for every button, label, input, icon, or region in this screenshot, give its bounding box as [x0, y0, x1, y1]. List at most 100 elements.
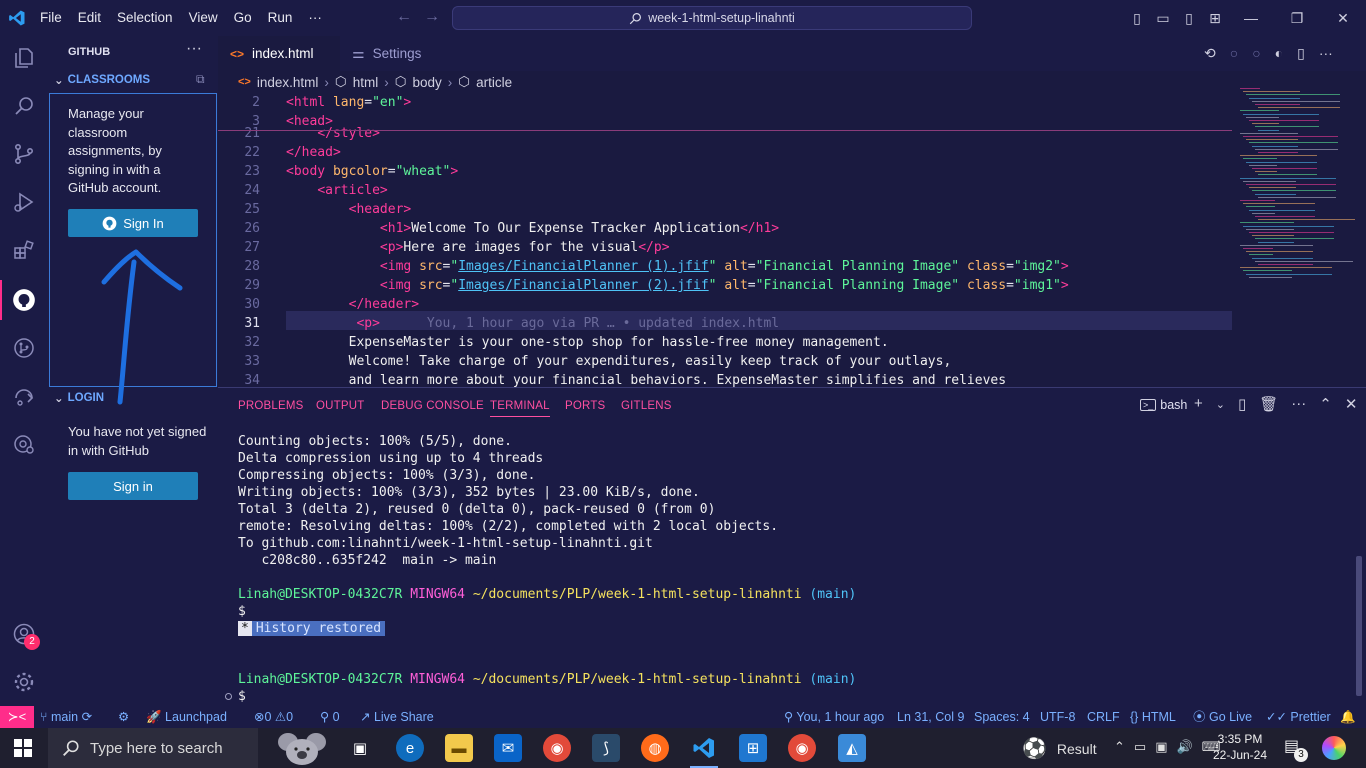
language-mode[interactable]: {} HTML: [1130, 706, 1176, 728]
prev-change-icon[interactable]: ○: [1230, 45, 1238, 62]
windows-start-icon[interactable]: [14, 739, 32, 760]
notifications-bell-icon[interactable]: 🔔: [1340, 706, 1356, 728]
remote-explorer-icon[interactable]: [10, 382, 38, 410]
tab-debug-console[interactable]: DEBUG CONSOLE: [381, 400, 484, 412]
prettier-item[interactable]: ✓✓ Prettier: [1266, 706, 1331, 728]
network-icon[interactable]: ▣: [1155, 739, 1167, 755]
tab-output[interactable]: OUTPUT: [316, 400, 364, 412]
remote-indicator-icon[interactable]: ≻<: [0, 706, 34, 728]
code-line[interactable]: 34 and learn more about your financial b…: [218, 371, 1232, 387]
menu-run[interactable]: Run: [260, 0, 301, 36]
editor-more-icon[interactable]: ···: [1319, 45, 1333, 62]
tab-problems[interactable]: PROBLEMS: [238, 400, 304, 412]
forward-arrow-icon[interactable]: →: [424, 8, 452, 25]
explorer-icon[interactable]: [10, 44, 38, 72]
code-line[interactable]: 22 </head>: [218, 143, 1232, 162]
battery-icon[interactable]: ▭: [1134, 739, 1146, 755]
github-sign-in-button[interactable]: Sign In: [68, 209, 198, 237]
menu-view[interactable]: View: [181, 0, 226, 36]
chrome-profile-icon[interactable]: ◉: [543, 734, 571, 762]
kill-terminal-icon[interactable]: 🗑: [1259, 395, 1278, 413]
back-arrow-icon[interactable]: ←: [396, 8, 424, 25]
gitlens-compare-icon[interactable]: ◐: [1275, 45, 1283, 62]
store-icon[interactable]: ⊞: [739, 734, 767, 762]
code-line[interactable]: 28 <img src="Images/FinancialPlanner (1)…: [218, 257, 1232, 276]
toggle-secondary-sidebar-icon[interactable]: ▯: [1176, 10, 1202, 27]
classrooms-header[interactable]: ⌄ CLASSROOMS: [54, 73, 150, 87]
tab-terminal[interactable]: TERMINAL: [490, 400, 550, 417]
terminal-input-line[interactable]: $: [238, 688, 246, 705]
next-change-icon[interactable]: ○: [1252, 45, 1260, 62]
volume-icon[interactable]: 🔊: [1177, 739, 1193, 755]
live-share-item[interactable]: ↗ Live Share: [360, 706, 434, 728]
command-center-search[interactable]: week-1-html-setup-linahnti: [452, 6, 972, 30]
new-terminal-icon[interactable]: +: [1194, 395, 1203, 413]
code-line[interactable]: 24 <article>: [218, 181, 1232, 200]
cursor-position[interactable]: Ln 31, Col 9: [897, 706, 964, 728]
firefox-icon[interactable]: ◍: [641, 734, 669, 762]
github-icon[interactable]: [10, 286, 38, 314]
code-line[interactable]: 21 </style>: [218, 124, 1232, 143]
sync-icon[interactable]: ⟳: [82, 710, 92, 724]
terminal-dropdown-icon[interactable]: ⌄: [1216, 398, 1225, 413]
breadcrumb-item[interactable]: index.html: [257, 75, 319, 90]
branch-indicator[interactable]: ⑂ main ⟳: [40, 706, 92, 728]
sidebar-more-icon[interactable]: ···: [186, 40, 202, 58]
search-icon[interactable]: [10, 92, 38, 120]
file-explorer-icon[interactable]: ▬: [445, 734, 473, 762]
tab-gitlens[interactable]: GITLENS: [621, 400, 672, 412]
run-debug-icon[interactable]: [10, 188, 38, 216]
code-editor[interactable]: 2 <html lang="en"> 3 <head> 21 </style> 22 </h…: [218, 93, 1366, 387]
toggle-sidebar-icon[interactable]: ▯: [1124, 10, 1150, 27]
indentation[interactable]: Spaces: 4: [974, 706, 1030, 728]
gitlens-status-icon[interactable]: ⚙: [118, 706, 129, 728]
encoding[interactable]: UTF-8: [1040, 706, 1075, 728]
code-line[interactable]: 32 ExpenseMaster is your one-stop shop f…: [218, 333, 1232, 352]
menu-go[interactable]: Go: [226, 0, 260, 36]
mail-icon[interactable]: ✉: [494, 734, 522, 762]
close-panel-icon[interactable]: ✕: [1345, 395, 1358, 413]
code-line[interactable]: 29 <img src="Images/FinancialPlanner (2)…: [218, 276, 1232, 295]
code-line[interactable]: 31 <p> You, 1 hour ago via PR … • update…: [218, 314, 1232, 333]
end-of-line[interactable]: CRLF: [1087, 706, 1120, 728]
go-live-item[interactable]: ⦿ Go Live: [1193, 706, 1252, 728]
problems-indicator[interactable]: ⊗0 ⚠0: [254, 706, 293, 728]
code-line[interactable]: 2 <html lang="en">: [218, 93, 1232, 112]
code-line[interactable]: 26 <h1>Welcome To Our Expense Tracker Ap…: [218, 219, 1232, 238]
tab-index-html[interactable]: <> index.html: [218, 36, 340, 71]
login-header[interactable]: ⌄ LOGIN: [54, 391, 104, 405]
gitlens-icon[interactable]: [10, 334, 38, 362]
close-window-icon[interactable]: ✕: [1320, 10, 1366, 27]
code-line[interactable]: 27 <p>Here are images for the visual</p>: [218, 238, 1232, 257]
vscode-taskbar-icon[interactable]: [690, 734, 718, 762]
menu-more[interactable]: ···: [300, 0, 330, 36]
clock[interactable]: 3:35 PM 22-Jun-24: [1210, 731, 1270, 763]
sign-in-button[interactable]: Sign in: [68, 472, 198, 500]
minimap[interactable]: [1232, 88, 1355, 288]
chrome-icon[interactable]: ◉: [788, 734, 816, 762]
taskbar-search[interactable]: Type here to search: [48, 728, 258, 768]
minimize-icon[interactable]: —: [1228, 10, 1274, 26]
code-line[interactable]: 23 <body bgcolor="wheat">: [218, 162, 1232, 181]
breadcrumb-item[interactable]: body: [413, 75, 442, 90]
breadcrumb-item[interactable]: html: [353, 75, 379, 90]
panel-more-icon[interactable]: ···: [1291, 395, 1306, 413]
edge-browser-icon[interactable]: e: [396, 734, 424, 762]
tray-overflow-icon[interactable]: ⌃: [1114, 739, 1125, 755]
tab-settings[interactable]: ⚌ Settings: [340, 36, 458, 71]
menu-edit[interactable]: Edit: [70, 0, 109, 36]
extensions-icon[interactable]: [10, 236, 38, 264]
terminal-shell-selector[interactable]: >_ bash: [1140, 398, 1187, 412]
split-terminal-icon[interactable]: ▯: [1238, 395, 1246, 413]
terminal-scrollbar[interactable]: [1356, 556, 1362, 696]
menu-selection[interactable]: Selection: [109, 0, 181, 36]
code-line[interactable]: 30 </header>: [218, 295, 1232, 314]
tab-ports[interactable]: PORTS: [565, 400, 605, 412]
git-blame-item[interactable]: ⚲ You, 1 hour ago: [784, 706, 884, 728]
compare-changes-icon[interactable]: ⟲: [1204, 45, 1216, 62]
breadcrumb-item[interactable]: article: [476, 75, 512, 90]
collapse-all-icon[interactable]: ⧉: [196, 72, 205, 87]
split-editor-icon[interactable]: ▯: [1297, 45, 1305, 62]
customize-layout-icon[interactable]: ⊞: [1202, 10, 1228, 27]
mysql-workbench-icon[interactable]: ⟆: [592, 734, 620, 762]
